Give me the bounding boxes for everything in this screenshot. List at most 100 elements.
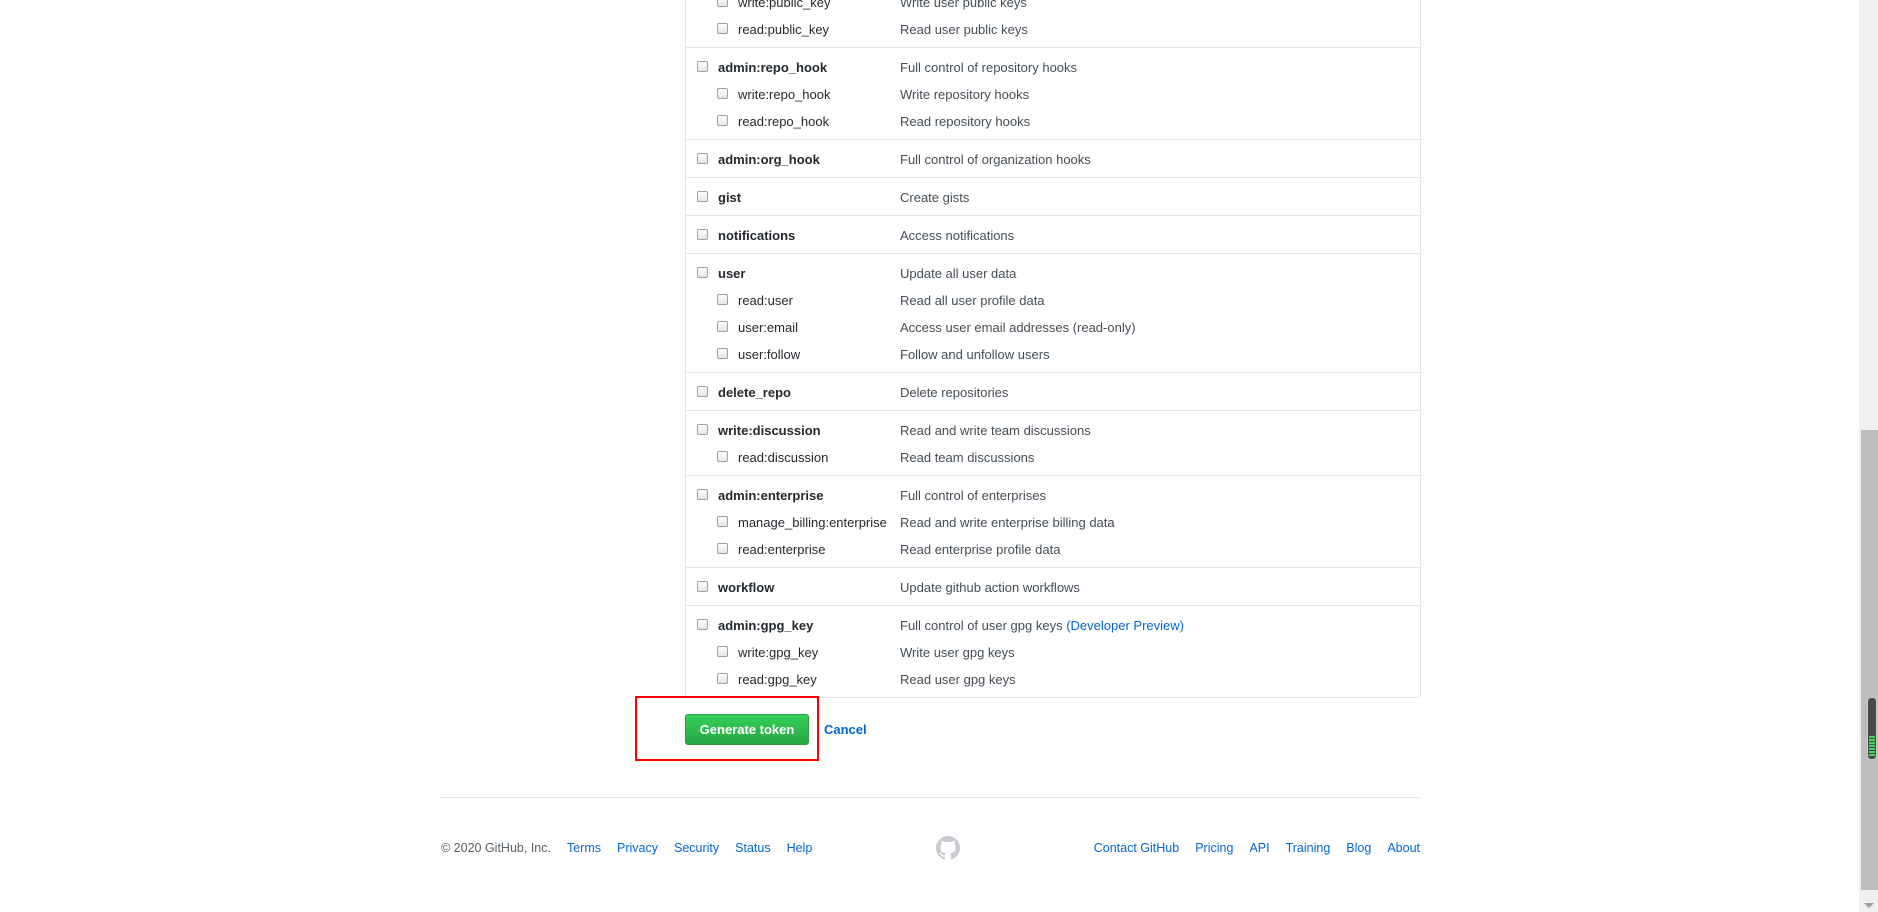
scope-checkbox[interactable] [717, 673, 728, 684]
scope-row: admin:repo_hook Full control of repositor… [686, 54, 1420, 81]
scope-description: Follow and unfollow users [900, 341, 1050, 368]
scope-checkbox[interactable] [697, 424, 708, 435]
scope-checkbox[interactable] [697, 489, 708, 500]
scope-label[interactable]: admin:repo_hook [718, 54, 827, 81]
scope-label[interactable]: read:repo_hook [738, 108, 829, 135]
scope-label[interactable]: read:gpg_key [738, 666, 817, 693]
scope-description: Access user email addresses (read-only) [900, 314, 1136, 341]
scope-label[interactable]: user:email [738, 314, 798, 341]
scope-label[interactable]: manage_billing:enterprise [738, 509, 887, 536]
scope-row: admin:enterprise Full control of enterpri… [686, 482, 1420, 509]
scope-checkbox[interactable] [717, 294, 728, 305]
scope-row: write:gpg_key Write user gpg keys [686, 639, 1420, 666]
footer-link-contact[interactable]: Contact GitHub [1094, 839, 1179, 857]
footer-link-help[interactable]: Help [787, 839, 813, 857]
footer-link-terms[interactable]: Terms [567, 839, 601, 857]
scope-row: delete_repo Delete repositories [686, 379, 1420, 406]
scope-label[interactable]: read:discussion [738, 444, 828, 471]
developer-preview-link[interactable]: (Developer Preview) [1066, 618, 1184, 633]
scope-group: user Update all user data read:user Read al… [686, 253, 1420, 372]
scope-row: write:discussion Read and write team disc… [686, 417, 1420, 444]
scope-checkbox[interactable] [717, 543, 728, 554]
footer-link-pricing[interactable]: Pricing [1195, 839, 1233, 857]
scope-description-text: Read and write enterprise billing data [900, 515, 1115, 530]
scope-label[interactable]: read:user [738, 287, 793, 314]
scope-description-text: Create gists [900, 190, 970, 205]
scope-checkbox[interactable] [717, 348, 728, 359]
scope-label[interactable]: write:discussion [718, 417, 821, 444]
scope-row: read:repo_hook Read repository hooks [686, 108, 1420, 135]
scope-group: gist Create gists [686, 177, 1420, 215]
scope-group: admin:enterprise Full control of enterpri… [686, 475, 1420, 567]
scope-checkbox[interactable] [717, 0, 728, 7]
scope-label[interactable]: read:public_key [738, 16, 829, 43]
scope-label[interactable]: write:repo_hook [738, 81, 831, 108]
scope-row: write:repo_hook Write repository hooks [686, 81, 1420, 108]
scope-description-text: Read repository hooks [900, 114, 1031, 129]
scope-description: Update github action workflows [900, 574, 1080, 601]
footer-link-status[interactable]: Status [735, 839, 770, 857]
scope-description-text: Write user gpg keys [900, 645, 1015, 660]
scope-checkbox[interactable] [717, 88, 728, 99]
scope-description: Full control of enterprises [900, 482, 1046, 509]
footer-link-security[interactable]: Security [674, 839, 719, 857]
scrollbar-grip-icon [1867, 697, 1877, 760]
scope-group: delete_repo Delete repositories [686, 372, 1420, 410]
scope-label[interactable]: user [718, 260, 745, 287]
scroll-down-arrow-icon[interactable] [1864, 903, 1874, 908]
scope-row: admin:gpg_key Full control of user gpg ke… [686, 612, 1420, 639]
scope-checkbox[interactable] [697, 267, 708, 278]
scope-checkbox[interactable] [697, 61, 708, 72]
generate-token-button[interactable]: Generate token [685, 714, 809, 745]
footer-link-privacy[interactable]: Privacy [617, 839, 658, 857]
scope-row: read:discussion Read team discussions [686, 444, 1420, 471]
scope-description: Create gists [900, 184, 969, 211]
scope-label[interactable]: delete_repo [718, 379, 791, 406]
scope-checkbox[interactable] [717, 23, 728, 34]
scope-description: Write user public keys [900, 0, 1027, 16]
scope-label[interactable]: admin:org_hook [718, 146, 820, 173]
scope-description-text: Update github action workflows [900, 580, 1080, 595]
scope-label[interactable]: write:gpg_key [738, 639, 818, 666]
scope-checkbox[interactable] [717, 321, 728, 332]
cancel-link[interactable]: Cancel [824, 721, 867, 739]
scope-checkbox[interactable] [697, 386, 708, 397]
scope-description-text: Full control of repository hooks [900, 60, 1078, 75]
scope-description: Read and write team discussions [900, 417, 1091, 444]
scope-label[interactable]: workflow [718, 574, 774, 601]
scope-checkbox[interactable] [717, 646, 728, 657]
scope-description: Read and write enterprise billing data [900, 509, 1115, 536]
scope-checkbox[interactable] [717, 451, 728, 462]
scope-description: Full control of organization hooks [900, 146, 1091, 173]
scope-label[interactable]: user:follow [738, 341, 800, 368]
footer-link-api[interactable]: API [1249, 839, 1269, 857]
scope-description-text: Write user public keys [900, 0, 1027, 10]
scope-checkbox[interactable] [717, 115, 728, 126]
scope-checkbox[interactable] [697, 153, 708, 164]
scope-checkbox[interactable] [717, 516, 728, 527]
vertical-scrollbar[interactable] [1859, 0, 1878, 912]
scope-description: Write user gpg keys [900, 639, 1015, 666]
scrollbar-thumb[interactable] [1861, 430, 1878, 890]
scope-checkbox[interactable] [697, 619, 708, 630]
scope-label[interactable]: notifications [718, 222, 795, 249]
footer-link-training[interactable]: Training [1286, 839, 1331, 857]
scope-label[interactable]: admin:enterprise [718, 482, 823, 509]
github-logo-icon[interactable] [936, 836, 960, 860]
scope-row: manage_billing:enterprise Read and write … [686, 509, 1420, 536]
footer-link-blog[interactable]: Blog [1346, 839, 1371, 857]
scope-label[interactable]: admin:gpg_key [718, 612, 813, 639]
scope-description: Full control of repository hooks [900, 54, 1077, 81]
scope-label[interactable]: read:enterprise [738, 536, 825, 563]
scope-description-text: Access notifications [900, 228, 1015, 243]
scope-checkbox[interactable] [697, 581, 708, 592]
scope-label[interactable]: gist [718, 184, 741, 211]
scope-checkbox[interactable] [697, 229, 708, 240]
scope-row: workflow Update github action workflows [686, 574, 1420, 601]
scope-label[interactable]: write:public_key [738, 0, 831, 16]
scope-checkbox[interactable] [697, 191, 708, 202]
scope-row: user:follow Follow and unfollow users [686, 341, 1420, 368]
scope-description: Full control of user gpg keys (Developer… [900, 612, 1184, 639]
scope-description-text: Read team discussions [900, 450, 1035, 465]
footer-link-about[interactable]: About [1387, 839, 1420, 857]
